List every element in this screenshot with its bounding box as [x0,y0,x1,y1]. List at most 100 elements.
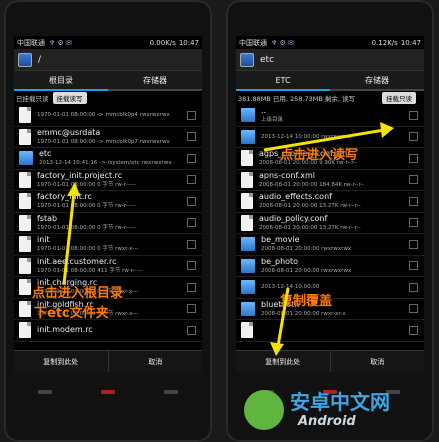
select-checkbox[interactable] [409,282,418,292]
item-name: init.modem.rc [37,325,93,335]
select-checkbox[interactable] [187,239,196,249]
select-checkbox[interactable] [409,239,418,249]
mount-status: 已挂载只读 [16,95,49,103]
carrier-label: 中国联通 [17,38,45,47]
list-item[interactable]: etc 2013-12-14 10:41:16 -> /system/etc rw… [14,148,202,170]
tab-bar: 根目录 存储器 [14,71,202,91]
path-bar: etc [236,49,424,71]
item-meta: be_movie 2008-08-01 20:00:00 rwxrwxrwx [261,235,409,253]
status-bar: 中国联通 ♆ ⚙ ✉ 0.00K/s 10:47 [14,36,202,49]
list-item[interactable]: be_movie 2008-08-01 20:00:00 rwxrwxrwx [236,234,424,256]
file-icon [19,214,31,231]
select-checkbox[interactable] [187,282,196,292]
select-checkbox[interactable] [409,110,418,120]
select-checkbox[interactable] [409,132,418,142]
item-details: 2008-08-01 20:00:00 184.84K rw-r--r-- [259,181,365,188]
select-checkbox[interactable] [409,196,418,206]
tab-storage[interactable]: 存储器 [108,71,202,91]
storage-usage: 381.88MB 已用, 258.73MB 剩余, 读写 [238,95,356,103]
list-item[interactable]: audio_effects.conf 2008-08-01 20:00:00 13… [236,191,424,213]
copy-here-button[interactable]: 复制到此处 [14,351,108,372]
select-checkbox[interactable] [187,175,196,185]
item-meta: init.modem.rc [37,325,187,335]
list-item[interactable] [236,320,424,342]
list-item[interactable]: init.modem.rc [14,320,202,342]
list-item[interactable]: be_photo 2008-08-01 20:00:00 rwxrwxrwx [236,256,424,277]
item-meta: audio_effects.conf 2008-08-01 20:00:00 13… [259,192,409,210]
list-item[interactable]: emmc@usrdata 1970-01-01 08:00:00 -> mmcbl… [14,127,202,148]
item-meta: be_photo 2008-08-01 20:00:00 rwxrwxrwx [261,257,409,275]
folder-icon [241,237,255,252]
clock: 10:47 [178,38,199,47]
folder-icon [241,301,255,316]
mount-rw-button[interactable]: 挂载读写 [52,92,87,104]
list-item[interactable]: factory_init.rc 1970-01-01 08:00:00 0 字节 … [14,191,202,213]
net-speed: 0.00K/s [149,38,176,47]
item-details: 1970-01-01 08:00:00 -> mmcblk0p7 rwxrwxr… [37,138,170,145]
app-icon[interactable] [18,52,32,67]
current-path: etc [260,54,275,65]
back-key-icon[interactable] [163,390,178,394]
tab-root[interactable]: 根目录 [14,71,108,91]
file-icon [19,300,31,317]
arrow-up-right-icon [263,122,394,152]
home-key-icon[interactable] [100,390,115,394]
file-icon [241,150,253,167]
current-path: / [38,54,42,65]
mount-ro-button[interactable]: 挂载只读 [382,92,416,104]
net-speed: 0.12K/s [371,38,398,47]
arrow-up-icon [62,182,80,285]
annotation-etc-folder: 下etc文件夹 [34,306,109,321]
select-checkbox[interactable] [409,175,418,185]
list-item[interactable]: fstab 1970-01-01 08:00:00 0 字节 rw-r----- [14,213,202,234]
select-checkbox[interactable] [409,153,418,163]
item-name: be_movie [261,235,300,245]
file-icon [241,171,253,188]
item-details: 2008-08-01 20:00:00 13.27K rw-r--r-- [259,203,361,210]
select-checkbox[interactable] [187,196,196,206]
menu-key-icon[interactable] [38,390,53,394]
cancel-button[interactable]: 取消 [329,351,425,372]
usb-icon: ♆ ⚙ ✉ [49,38,72,47]
clock: 10:47 [400,38,421,47]
select-checkbox[interactable] [187,153,196,163]
item-name: apns-conf.xml [259,170,315,180]
list-item[interactable]: 1970-01-01 08:00:00 -> mmcblk0p4 rwxrwxr… [14,105,202,127]
left-screen: 中国联通 ♆ ⚙ ✉ 0.00K/s 10:47 / 根目录 存储器 已挂载只读… [14,36,202,372]
item-name: emmc@usrdata [37,127,101,137]
file-icon [19,236,31,253]
select-checkbox[interactable] [187,325,196,335]
list-item[interactable]: audio_policy.conf 2008-08-01 20:00:00 13.… [236,213,424,234]
list-item[interactable]: init 1970-01-01 08:00:00 0 字节 rwxr-x--- [14,234,202,256]
select-checkbox[interactable] [187,110,196,120]
folder-icon [241,108,255,123]
list-item[interactable]: init.aee.customer.rc 1970-01-01 08:00:00 … [14,256,202,277]
select-checkbox[interactable] [409,325,418,335]
item-details: 1970-01-01 08:00:00 -> mmcblk0p4 rwxrwxr… [37,112,170,119]
item-meta: apns-conf.xml 2008-08-01 20:00:00 184.84K… [259,171,409,189]
select-checkbox[interactable] [409,261,418,271]
app-icon[interactable] [240,52,254,67]
watermark: 安卓中文网 Android [240,384,430,438]
file-icon [19,193,31,210]
cancel-button[interactable]: 取消 [107,351,203,372]
item-name: etc [39,149,52,159]
tab-storage[interactable]: 存储器 [330,71,424,91]
select-checkbox[interactable] [409,304,418,314]
list-item[interactable]: factory_init.project.rc 1970-01-01 08:00:… [14,170,202,191]
file-icon [241,193,253,210]
tab-etc[interactable]: ETC [236,71,330,91]
mount-status-bar: 已挂载只读 挂载读写 [14,91,202,105]
select-checkbox[interactable] [187,304,196,314]
status-bar: 中国联通 ♆ ⚙ ✉ 0.12K/s 10:47 [236,36,424,49]
item-details: 2013-12-14 10:41:16 -> /system/etc rwxrw… [39,160,172,167]
select-checkbox[interactable] [187,132,196,142]
file-icon [19,257,31,274]
item-name: be_photo [261,256,299,266]
usb-icon: ♆ ⚙ ✉ [271,38,294,47]
select-checkbox[interactable] [409,218,418,228]
list-item[interactable]: apns-conf.xml 2008-08-01 20:00:00 184.84K… [236,170,424,191]
select-checkbox[interactable] [187,218,196,228]
file-icon [19,279,31,296]
select-checkbox[interactable] [187,261,196,271]
